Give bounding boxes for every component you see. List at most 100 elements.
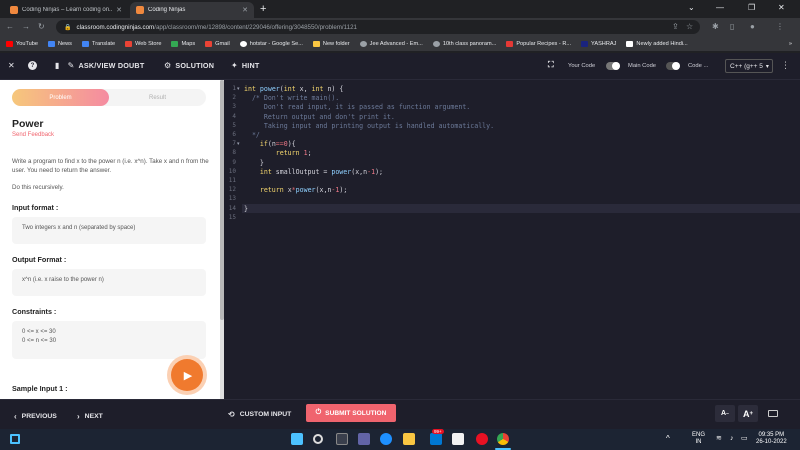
code-line[interactable]: Return output and don't print it. <box>244 113 395 121</box>
extensions-icon[interactable]: ✱ <box>712 22 719 31</box>
code-editor[interactable]: 1 ▾ 2 3 4 5 6 7 ▾ 8 9 10 11 12 13 14 15 int power(int x,… <box>224 80 800 399</box>
maximize-icon[interactable]: ❐ <box>748 3 755 12</box>
bookmark-gmail[interactable]: Gmail <box>205 40 230 47</box>
chrome-icon[interactable] <box>497 433 509 445</box>
language-select[interactable]: C++ (g++ 5 ▾ <box>725 59 773 73</box>
url-bar[interactable]: 🔒 classroom.codingninjas.com /app/classr… <box>56 20 700 34</box>
code-line[interactable]: return x*power(x,n-1); <box>244 186 347 194</box>
task-view-icon[interactable] <box>336 433 348 445</box>
increase-font-button[interactable]: A + <box>738 405 758 422</box>
solution-icon: ⚙ <box>164 61 172 70</box>
code-line[interactable]: int smallOutput = power(x,n-1); <box>244 168 383 176</box>
solution-button[interactable]: ⚙ SOLUTION <box>164 61 214 70</box>
bookmark-maps[interactable]: Maps <box>171 40 195 47</box>
new-tab-icon[interactable]: + <box>260 3 266 15</box>
line-number: 2 <box>232 94 236 102</box>
main-code-toggle[interactable] <box>666 62 680 70</box>
decrease-font-button[interactable]: A − <box>715 405 735 422</box>
bookmark-translate[interactable]: Translate <box>81 40 115 47</box>
send-feedback-link[interactable]: Send Feedback <box>12 132 54 138</box>
search-icon[interactable] <box>313 434 323 444</box>
profile-icon[interactable]: ● <box>750 22 755 31</box>
code-line[interactable]: /* Don't write main(). <box>244 94 339 102</box>
bookmark-youtube[interactable]: YouTube <box>6 40 38 47</box>
volume-icon[interactable]: ♪ <box>730 435 734 442</box>
microsoft-store-icon[interactable] <box>430 433 442 445</box>
help-icon[interactable]: ? <box>28 61 41 70</box>
run-code-button[interactable]: ▶ <box>171 359 203 391</box>
line-number: 1 <box>232 85 236 92</box>
problem-title: Power <box>12 118 44 130</box>
reload-icon[interactable]: ↻ <box>38 22 45 31</box>
bookmark-star-icon[interactable]: ☆ <box>686 22 693 31</box>
your-code-label: Your Code <box>568 63 596 69</box>
code-line[interactable]: Taking input and printing output is hand… <box>244 122 494 130</box>
your-code-toggle[interactable] <box>606 62 620 70</box>
amazon-icon[interactable] <box>452 433 464 445</box>
keyboard-shortcuts-icon[interactable] <box>768 410 778 417</box>
hint-button[interactable]: ✦ HINT <box>231 61 259 70</box>
chrome-menu-icon[interactable]: ⋮ <box>776 22 784 31</box>
opera-icon[interactable] <box>476 433 488 445</box>
bookmark-yashraj[interactable]: YASHRAJ <box>581 40 616 47</box>
browser-tab-1[interactable]: Coding Ninjas – Learn coding on... ✕ <box>4 2 128 18</box>
output-format-text: x^n (i.e. x raise to the power n) <box>22 277 104 283</box>
fold-chevron-icon[interactable]: ▾ <box>237 86 240 92</box>
fullscreen-icon[interactable]: ⛶ <box>548 60 558 70</box>
code-line[interactable]: */ <box>244 131 260 139</box>
widgets-icon[interactable] <box>10 434 20 444</box>
file-explorer-icon[interactable] <box>403 433 415 445</box>
minimize-icon[interactable]: — <box>716 3 724 12</box>
more-bookmarks-icon[interactable]: » <box>789 41 792 47</box>
wifi-icon[interactable]: ≋ <box>716 435 722 442</box>
windows-start-icon[interactable] <box>291 433 303 445</box>
code-line[interactable]: Don't read input, it is passed as functi… <box>244 103 470 111</box>
bookmark-hotstar[interactable]: hotstar - Google Se... <box>239 40 303 47</box>
close-tab-icon[interactable]: ✕ <box>116 6 122 14</box>
battery-icon[interactable]: ▭ <box>741 435 748 442</box>
close-tab-icon[interactable]: ✕ <box>242 6 248 14</box>
constraint-n: 0 <= n <= 30 <box>22 338 57 344</box>
translate-icon <box>81 40 89 47</box>
browser-tab-2[interactable]: Coding Ninjas ✕ <box>130 2 254 18</box>
bookmark-jee[interactable]: Jee Advanced - Em... <box>359 40 423 47</box>
code-line[interactable]: return 1; <box>244 149 312 157</box>
tab-result[interactable]: Result <box>109 89 206 106</box>
more-options-icon[interactable]: ⋮ <box>781 60 790 71</box>
code-line[interactable]: } <box>244 205 248 213</box>
language-indicator[interactable]: ENG IN <box>692 432 705 446</box>
forward-icon[interactable]: → <box>22 22 30 31</box>
share-icon[interactable]: ⇪ <box>672 22 679 31</box>
collapse-icon[interactable]: ✕ <box>8 61 19 70</box>
submit-solution-button[interactable]: ⏻ SUBMIT SOLUTION <box>306 404 396 422</box>
bookmark-web-store[interactable]: Web Store <box>125 40 161 47</box>
input-format-box: Two integers x and n (separated by space… <box>12 217 206 244</box>
tab-search-icon[interactable]: ⌄ <box>688 3 695 12</box>
coding-ninjas-page: ✕ ? ▮ ✎ ASK/VIEW DOUBT ⚙ SOLUTION ✦ HINT ⛶ Y… <box>0 53 800 429</box>
bookmark-recipes[interactable]: Popular Recipes - R... <box>506 40 571 47</box>
bookmark-new-folder[interactable]: New folder <box>312 40 350 47</box>
browser-tab-strip: Coding Ninjas – Learn coding on... ✕ Cod… <box>0 0 800 18</box>
bookmark-hindi[interactable]: Newly added Hindi... <box>626 40 688 47</box>
code-line[interactable]: if(n==0){ <box>244 140 296 148</box>
clock[interactable]: 09:35 PM 26-10-2022 <box>756 432 787 446</box>
next-button[interactable]: › NEXT <box>77 412 103 421</box>
back-icon[interactable]: ← <box>6 22 14 31</box>
custom-input-button[interactable]: ⟲ CUSTOM INPUT <box>228 410 291 419</box>
show-hidden-icons[interactable]: ^ <box>666 435 670 443</box>
youtube-icon <box>6 40 13 47</box>
gmail-icon <box>205 40 213 47</box>
code-line[interactable]: } <box>244 159 264 167</box>
teams-chat-icon[interactable] <box>358 433 370 445</box>
tab-problem[interactable]: Problem <box>12 89 109 106</box>
edge-icon[interactable] <box>380 433 392 445</box>
line-number: 5 <box>232 121 236 129</box>
previous-button[interactable]: ‹ PREVIOUS <box>14 412 57 421</box>
ask-doubt-button[interactable]: ▮ ✎ ASK/VIEW DOUBT <box>55 61 144 70</box>
sidebar-icon[interactable]: ▯ <box>730 22 734 31</box>
bookmark-news[interactable]: News <box>47 40 72 47</box>
close-window-icon[interactable]: ✕ <box>778 3 785 12</box>
code-line[interactable]: int power(int x, int n) { <box>244 85 343 93</box>
bookmark-10th-class[interactable]: 10th class panoram... <box>432 40 496 47</box>
fold-chevron-icon[interactable]: ▾ <box>237 141 240 147</box>
